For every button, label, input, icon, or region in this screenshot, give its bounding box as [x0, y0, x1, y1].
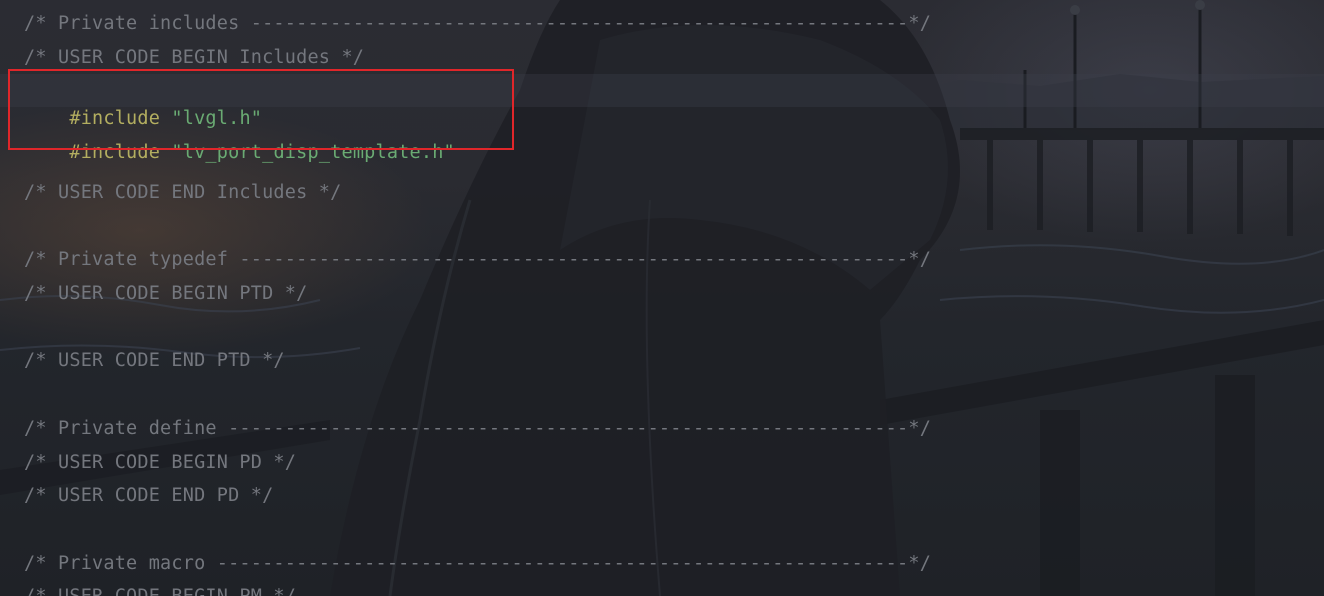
code-line-user-code-begin-ptd[interactable]: /* USER CODE BEGIN PTD */ — [24, 280, 307, 308]
code-line-user-code-begin-pd[interactable]: /* USER CODE BEGIN PD */ — [24, 449, 296, 477]
annotation-highlight-box — [8, 69, 514, 150]
code-line-user-code-end-ptd[interactable]: /* USER CODE END PTD */ — [24, 347, 285, 375]
code-line-user-code-begin-includes[interactable]: /* USER CODE BEGIN Includes */ — [24, 44, 364, 72]
code-line-user-code-begin-pm[interactable]: /* USER CODE BEGIN PM */ — [24, 583, 296, 596]
code-line-user-code-end-pd[interactable]: /* USER CODE END PD */ — [24, 482, 273, 510]
code-line-private-typedef[interactable]: /* Private typedef ---------------------… — [24, 246, 931, 274]
code-line-private-macro[interactable]: /* Private macro -----------------------… — [24, 550, 931, 578]
code-line-private-define[interactable]: /* Private define ----------------------… — [24, 415, 931, 443]
code-line-user-code-end-includes[interactable]: /* USER CODE END Includes */ — [24, 179, 341, 207]
code-line-private-includes[interactable]: /* Private includes --------------------… — [24, 10, 931, 38]
